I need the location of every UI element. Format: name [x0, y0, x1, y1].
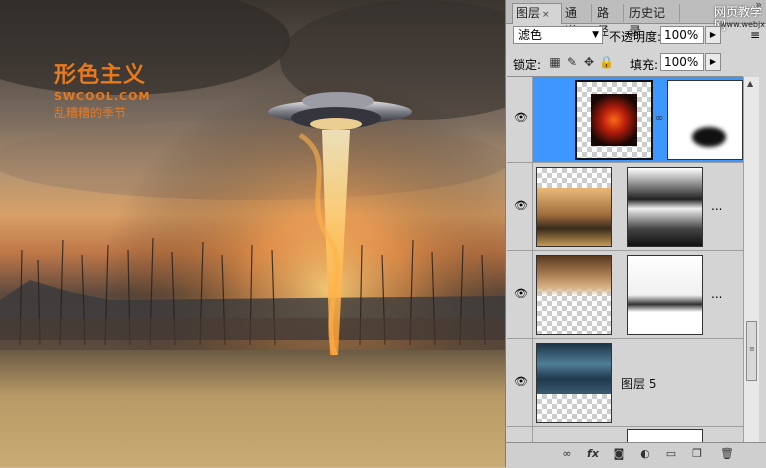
layer-row[interactable]: 👁 ... — [507, 251, 743, 339]
eye-icon: 👁 — [514, 111, 528, 124]
landscape-image — [537, 188, 611, 246]
layer-thumbnail[interactable] — [575, 80, 653, 160]
layer-row[interactable]: 👁 ... — [507, 163, 743, 251]
layer-mask-thumbnail[interactable] — [667, 80, 743, 160]
adjustment-icon[interactable]: ◐ — [636, 446, 654, 462]
brand-subtitle: 乱糟糟的季节 — [54, 106, 127, 120]
eye-icon: 👁 — [514, 375, 528, 388]
fx-icon[interactable]: fx — [584, 446, 602, 462]
layers-bottom-toolbar: ∞ fx ◙ ◐ ▭ ❐ 🗑 — [506, 442, 766, 468]
clouds-image — [537, 256, 611, 296]
blend-mode-value: 滤色 — [518, 28, 543, 42]
opacity-slider-button[interactable]: ▶ — [705, 26, 721, 44]
mask-gradient — [628, 168, 702, 246]
panel-tabstrip: 图层× 通道 路径 历史记录 网页教学网 www.webjx.com » — [506, 0, 766, 38]
blend-mode-select[interactable]: 滤色 ▼ — [513, 26, 603, 44]
layers-list: 👁 ∞ 👁 ... 👁 ... 👁 图层 5 — [507, 76, 743, 447]
layer-name[interactable]: 图层 5 — [621, 375, 656, 392]
opacity-label: 不透明度: — [609, 30, 662, 44]
fill-slider-button[interactable]: ▶ — [705, 53, 721, 71]
brand-site: SWCOOL.COM — [54, 90, 151, 103]
mask-gradient — [628, 256, 702, 334]
layer-row[interactable]: 👁 ∞ — [507, 77, 743, 163]
layer-thumbnail[interactable] — [536, 167, 612, 247]
chevron-down-icon: ▼ — [592, 30, 599, 40]
mask-icon[interactable]: ◙ — [610, 446, 628, 462]
scroll-up-icon[interactable]: ▲ — [747, 79, 753, 88]
tab-history[interactable]: 历史记录 — [626, 4, 680, 38]
grip-icon: ≡ — [749, 345, 755, 353]
lock-position-icon[interactable]: ✥ — [582, 55, 596, 69]
fill-input[interactable]: 100% — [660, 53, 704, 71]
layer-thumbnail[interactable] — [536, 255, 612, 335]
lock-label: 锁定: — [513, 58, 542, 72]
tab-channels[interactable]: 通道 — [562, 4, 592, 38]
scrollbar-thumb[interactable]: ≡ — [746, 321, 757, 381]
fire-image — [591, 94, 637, 146]
layer-row[interactable]: 👁 图层 5 — [507, 339, 743, 427]
layer-more-indicator: ... — [711, 287, 723, 301]
tab-layers[interactable]: 图层 × — [512, 3, 562, 24]
layers-scrollbar[interactable]: ▲ ≡ — [743, 77, 759, 446]
layer-more-indicator: ... — [711, 199, 723, 213]
sky-image — [537, 344, 611, 394]
visibility-toggle[interactable]: 👁 — [509, 77, 533, 162]
link-icon[interactable]: ∞ — [558, 446, 576, 462]
tab-paths[interactable]: 路径 — [594, 4, 624, 38]
eye-icon: 👁 — [514, 287, 528, 300]
opacity-input[interactable]: 100% — [660, 26, 704, 44]
eye-icon: 👁 — [514, 199, 528, 212]
layer-mask-thumbnail[interactable] — [627, 167, 703, 247]
tab-layers-label: 图层 — [516, 6, 541, 20]
new-layer-icon[interactable]: ❐ — [688, 446, 706, 462]
visibility-toggle[interactable]: 👁 — [509, 339, 533, 426]
layers-panel: 图层× 通道 路径 历史记录 网页教学网 www.webjx.com » 滤色 … — [505, 0, 766, 468]
lock-all-icon[interactable]: 🔒 — [599, 55, 614, 69]
document-canvas[interactable]: 形色主义 SWCOOL.COM 乱糟糟的季节 — [0, 0, 505, 467]
lock-transparent-icon[interactable]: ▦ — [548, 55, 562, 69]
close-icon[interactable]: × — [542, 10, 550, 20]
trash-icon[interactable]: 🗑 — [718, 446, 736, 462]
chain-link-icon[interactable]: ∞ — [655, 113, 663, 124]
brand-logo-text: 形色主义 — [54, 63, 147, 88]
brand-logo: 形色主义 SWCOOL.COM 乱糟糟的季节 — [54, 64, 150, 121]
fill-label: 填充: — [630, 58, 659, 72]
collapse-icon[interactable]: » — [755, 0, 762, 11]
visibility-toggle[interactable]: 👁 — [509, 163, 533, 250]
panel-menu-icon[interactable]: ≡ — [750, 28, 760, 42]
layer-mask-thumbnail[interactable] — [627, 255, 703, 335]
lock-image-icon[interactable]: ✎ — [565, 55, 579, 69]
mask-shape — [692, 127, 726, 147]
visibility-toggle[interactable]: 👁 — [509, 251, 533, 338]
layer-thumbnail[interactable] — [536, 343, 612, 423]
group-icon[interactable]: ▭ — [662, 446, 680, 462]
